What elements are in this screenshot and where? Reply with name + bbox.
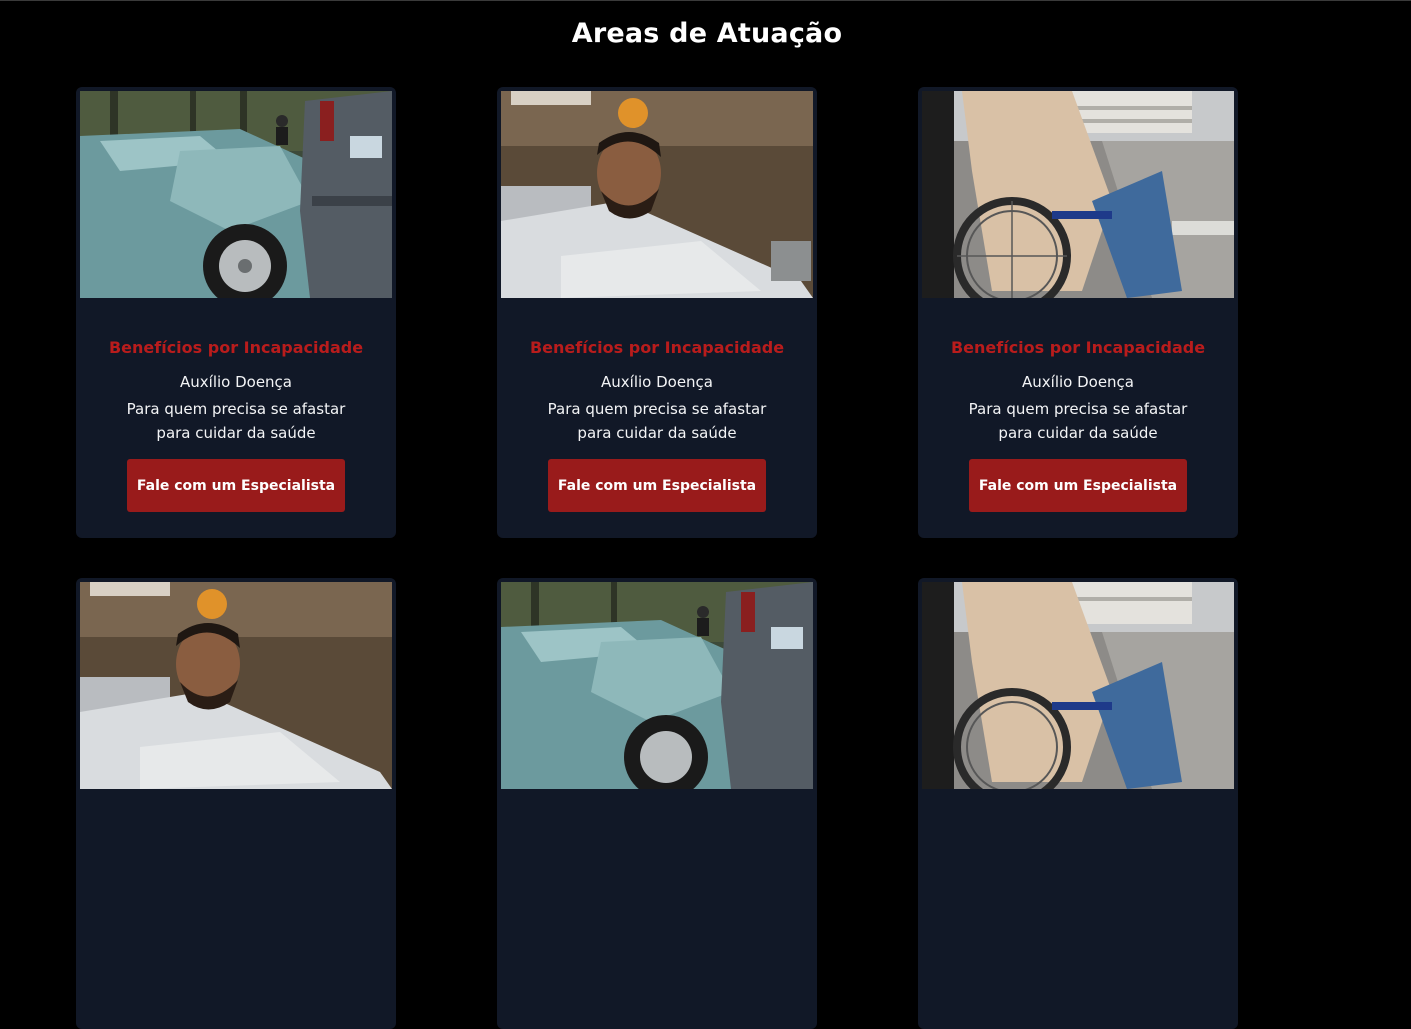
wheelchair-image [922, 91, 1234, 298]
contact-specialist-button[interactable]: Fale com um Especialista [969, 459, 1187, 512]
hospital-patient-image [80, 582, 392, 789]
car-accident-image [80, 91, 392, 298]
card-description: Para quem precisa se afastar para cuidar… [968, 400, 1188, 442]
car-accident-image [501, 582, 813, 789]
card-description: Para quem precisa se afastar para cuidar… [126, 400, 346, 442]
card-subtitle: Auxílio Doença [1022, 373, 1134, 391]
top-divider [0, 0, 1411, 1]
card-subtitle: Auxílio Doença [601, 373, 713, 391]
card-title: Benefícios por Incapacidade [108, 338, 364, 357]
card-description: Para quem precisa se afastar para cuidar… [547, 400, 767, 442]
card-title: Benefícios por Incapacidade [529, 338, 785, 357]
hospital-patient-image [501, 91, 813, 298]
service-card: Benefícios por Incapacidade Auxílio Doen… [76, 87, 396, 538]
service-card [497, 578, 817, 1029]
wheelchair-image [922, 582, 1234, 789]
contact-specialist-button[interactable]: Fale com um Especialista [127, 459, 345, 512]
service-card [918, 578, 1238, 1029]
page-title: Areas de Atuação [571, 18, 843, 49]
card-subtitle: Auxílio Doença [180, 373, 292, 391]
contact-specialist-button[interactable]: Fale com um Especialista [548, 459, 766, 512]
service-card: Benefícios por Incapacidade Auxílio Doen… [497, 87, 817, 538]
service-card [76, 578, 396, 1029]
card-title: Benefícios por Incapacidade [950, 338, 1206, 357]
service-card: Benefícios por Incapacidade Auxílio Doen… [918, 87, 1238, 538]
